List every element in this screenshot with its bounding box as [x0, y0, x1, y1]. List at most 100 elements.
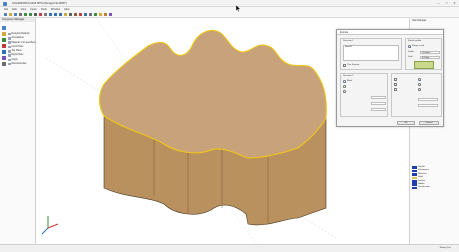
panel-title: Component Manager — [0, 18, 35, 22]
maximize-button[interactable]: □ — [444, 1, 449, 5]
material-icon — [8, 41, 11, 44]
layer-row[interactable]: Construction — [412, 186, 458, 190]
layers-list: Default Dimensions Sketches Solid Surface Hid… — [412, 166, 458, 190]
depth-input[interactable]: 10.00mm — [420, 50, 440, 54]
setting-checkbox[interactable] — [394, 78, 397, 81]
draft-input[interactable]: 0.00deg — [420, 55, 440, 59]
feature-tree-icon[interactable] — [2, 26, 6, 30]
direction-2-label: Direction 2 — [343, 75, 354, 77]
annotations-icon — [8, 37, 11, 40]
options-group: Sketch profile Merge result Depth 10.00m… — [405, 38, 442, 70]
origin-icon — [8, 58, 11, 62]
settings-group — [391, 73, 442, 117]
value-input[interactable] — [371, 108, 386, 112]
display-manager-icon[interactable] — [2, 50, 6, 54]
panel-tool-strip — [1, 26, 7, 68]
feature-tree: Design2 (Default) Annotations Material <… — [8, 32, 36, 66]
merge-label: Merge result — [412, 44, 425, 47]
rotate-icon[interactable] — [54, 13, 58, 17]
x-axis-icon — [47, 223, 59, 229]
view-orient-icon[interactable] — [69, 13, 73, 17]
measure-icon[interactable] — [89, 13, 93, 17]
thin-feature-label: Thin Feature — [347, 63, 360, 66]
plane-icon — [8, 45, 11, 49]
minimize-button[interactable]: — — [436, 1, 441, 5]
options-icon[interactable] — [44, 13, 48, 17]
direction-group: Direction 1 Sketch1 Thin Feature — [340, 38, 402, 70]
plane-icon — [8, 50, 11, 53]
scene-icon[interactable] — [84, 13, 88, 17]
dialog-title: Extrude — [337, 30, 443, 35]
layer-color-swatch[interactable] — [412, 176, 417, 180]
layer-color-swatch[interactable] — [412, 173, 417, 176]
value-input[interactable] — [371, 102, 386, 106]
preview-swatch — [414, 61, 434, 69]
blind-label: Blind — [347, 79, 352, 82]
open-icon[interactable] — [9, 13, 13, 17]
title-bar: SOLIDWORKS 2018 SP5.0 [Design2.SLDPRT] —… — [0, 0, 459, 7]
extrude-dialog: Extrude Direction 1 Sketch1 Thin Feature… — [336, 29, 444, 127]
appearance-icon[interactable] — [79, 13, 83, 17]
new-icon[interactable] — [4, 13, 8, 17]
merge-radio[interactable] — [408, 45, 411, 48]
redo-icon[interactable] — [29, 13, 33, 17]
layer-color-swatch[interactable] — [412, 183, 417, 186]
display-style-icon[interactable] — [74, 13, 78, 17]
direction-label: Direction 1 — [343, 40, 354, 42]
cancel-button[interactable]: Cancel — [419, 121, 439, 125]
layer-name: Construction — [418, 186, 430, 189]
sketch-icon[interactable] — [94, 13, 98, 17]
tree-item[interactable]: Boss-Extrude1 — [8, 62, 36, 66]
setting-radio[interactable] — [418, 88, 421, 91]
value-input[interactable] — [371, 96, 386, 100]
option-radio[interactable] — [343, 90, 346, 93]
setting-input[interactable] — [418, 104, 438, 108]
sketch-list[interactable]: Sketch1 — [343, 45, 399, 61]
shell-icon[interactable] — [109, 13, 113, 17]
fillet-icon[interactable] — [104, 13, 108, 17]
option-radio[interactable] — [343, 85, 346, 88]
select-icon[interactable] — [34, 13, 38, 17]
layer-color-swatch[interactable] — [412, 186, 417, 190]
layer-color-swatch[interactable] — [412, 166, 417, 169]
part-icon — [8, 32, 11, 36]
window-title: SOLIDWORKS 2018 SP5.0 [Design2.SLDPRT] — [12, 2, 67, 5]
close-button[interactable]: ✕ — [452, 1, 457, 5]
draft-label: Draft — [408, 56, 413, 58]
layer-color-swatch[interactable] — [412, 179, 417, 183]
status-text: Editing Part — [439, 247, 451, 249]
save-icon[interactable] — [14, 13, 18, 17]
z-axis-icon — [41, 227, 49, 235]
axis-triad — [41, 216, 59, 235]
print-icon[interactable] — [19, 13, 23, 17]
setting-checkbox[interactable] — [394, 88, 397, 91]
mouse-cursor-icon — [236, 5, 241, 12]
setting-radio[interactable] — [418, 83, 421, 86]
setting-radio[interactable] — [418, 78, 421, 81]
pan-icon[interactable] — [59, 13, 63, 17]
zoom-icon[interactable] — [49, 13, 53, 17]
dimxpert-icon[interactable] — [2, 44, 6, 48]
setting-checkbox[interactable] — [394, 83, 397, 86]
window-controls: — □ ✕ — [436, 1, 457, 5]
setting-input[interactable] — [418, 98, 438, 102]
blind-radio[interactable] — [343, 80, 346, 83]
profile-label: Sketch profile — [408, 40, 422, 42]
thin-feature-checkbox[interactable] — [343, 64, 346, 67]
app-icon — [3, 1, 7, 6]
ok-button[interactable]: OK — [397, 121, 415, 125]
layer-color-swatch[interactable] — [412, 169, 417, 173]
appearance-manager-icon[interactable] — [2, 56, 6, 60]
status-bar: Editing Part — [0, 244, 459, 252]
layers-manager-icon[interactable] — [2, 62, 6, 66]
property-icon[interactable] — [2, 32, 6, 36]
plane-icon — [8, 54, 11, 57]
extrude-icon — [8, 62, 11, 66]
direction-2-group: Direction 2 Blind — [340, 73, 388, 117]
section-icon[interactable] — [64, 13, 68, 17]
depth-label: Depth — [408, 51, 414, 53]
undo-icon[interactable] — [24, 13, 28, 17]
config-icon[interactable] — [2, 38, 6, 42]
extrude-icon[interactable] — [99, 13, 103, 17]
rebuild-icon[interactable] — [39, 13, 43, 17]
